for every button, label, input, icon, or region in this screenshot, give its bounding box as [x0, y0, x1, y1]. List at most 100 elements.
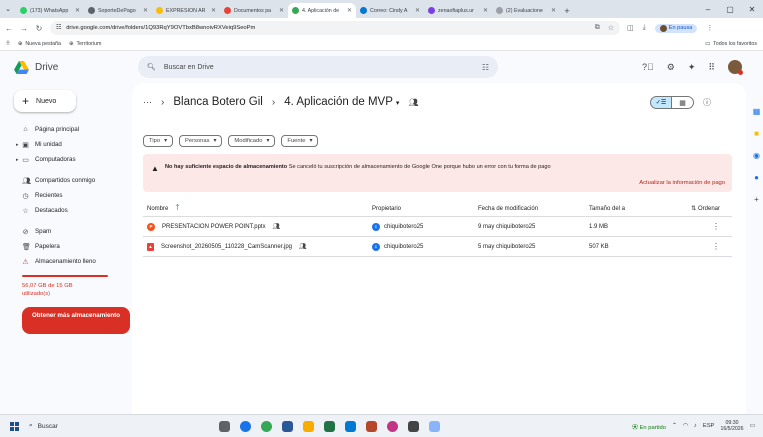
download-icon[interactable]: ⤓	[643, 24, 646, 32]
table-row[interactable]: ▲ Screenshot_20260505_110228_CamScanner.j…	[143, 237, 732, 257]
bookmark-territorium[interactable]: ⊕ Territorium	[69, 41, 101, 47]
reload-icon[interactable]: ↻	[35, 24, 43, 33]
add-addon-icon[interactable]: +	[754, 195, 759, 204]
browser-tab[interactable]: 4. Aplicación de ✕	[288, 3, 356, 18]
sidebar-item-warning[interactable]: ⚠ Almacenamiento lleno	[0, 254, 132, 269]
sidebar-item-my-drive[interactable]: ▸ ▣ Mi unidad	[0, 137, 132, 152]
settings-app-icon[interactable]	[408, 420, 419, 432]
update-payment-link[interactable]: Actualizar la información de pago	[639, 180, 725, 186]
more-actions-icon[interactable]: ⋮	[712, 222, 720, 231]
sort-options-button[interactable]: ⇅ Ordenar	[677, 205, 732, 212]
close-window-icon[interactable]: ✕	[741, 0, 763, 18]
extensions-icon[interactable]: ◫	[627, 24, 634, 32]
tab-close-icon[interactable]: ✕	[415, 7, 420, 14]
browser-tab[interactable]: (2) Evaluacione ✕	[492, 3, 560, 18]
expand-caret-icon[interactable]: ▸	[16, 142, 19, 148]
calendar-icon[interactable]: ▦	[753, 107, 761, 116]
task-view-icon[interactable]	[219, 420, 230, 432]
list-view-button[interactable]: ✓☰	[650, 96, 672, 109]
drive-logo[interactable]: Drive	[14, 60, 124, 74]
browser-tab[interactable]: Documentos pa ✕	[220, 3, 288, 18]
windows-start-icon[interactable]	[10, 421, 19, 431]
name-column-header[interactable]: Nombre 🡑	[143, 202, 372, 216]
sidebar-item-computers[interactable]: ▸ ▭ Computadoras	[0, 152, 132, 167]
browser-tab[interactable]: SoporteDePago ✕	[84, 3, 152, 18]
back-icon[interactable]: ←	[5, 24, 13, 33]
grid-view-button[interactable]: ▦	[672, 96, 694, 109]
app-icon[interactable]	[429, 420, 440, 432]
more-folders-icon[interactable]: ···	[143, 97, 152, 107]
help-icon[interactable]: ?⃝	[642, 62, 654, 72]
sidebar-item-trash[interactable]: 🗑︎ Papelera	[0, 239, 132, 254]
taskbar-search[interactable]: ⌕ Buscar	[29, 422, 159, 430]
google-apps-icon[interactable]: ⠿	[708, 62, 715, 73]
settings-icon[interactable]: ⚙	[667, 62, 675, 73]
breadcrumb-parent[interactable]: Blanca Botero Gil	[173, 96, 263, 108]
apps-icon[interactable]: ⠿	[6, 41, 10, 47]
forward-icon[interactable]: →	[20, 24, 28, 33]
tab-search-icon[interactable]: ⌄	[0, 0, 16, 18]
file-name-cell[interactable]: ▲ Screenshot_20260505_110228_CamScanner.j…	[143, 242, 372, 251]
site-info-icon[interactable]: ☷	[56, 25, 61, 31]
new-tab-button[interactable]: +	[560, 3, 574, 18]
wifi-icon[interactable]: ◠	[683, 423, 688, 429]
browser-tab[interactable]: Correo: Cindy A ✕	[356, 3, 424, 18]
expand-caret-icon[interactable]: ▸	[16, 157, 19, 163]
filter-chip[interactable]: Tipo ▾	[143, 135, 173, 147]
url-field[interactable]: ☷ drive.google.com/drive/folders/1Q93RqY…	[50, 21, 620, 35]
minimize-icon[interactable]: –	[697, 0, 719, 18]
edge-icon[interactable]	[240, 420, 251, 432]
sidebar-item-shared[interactable]: 👥︎ Compartidos conmigo	[0, 173, 132, 188]
lang-indicator[interactable]: ESP	[703, 423, 715, 429]
get-more-storage-button[interactable]: Obtener más almacenamiento	[22, 307, 130, 334]
tab-close-icon[interactable]: ✕	[551, 7, 556, 14]
store-icon[interactable]	[345, 420, 356, 432]
filter-chip[interactable]: Modificado ▾	[228, 135, 276, 147]
keep-icon[interactable]: ■	[754, 129, 759, 138]
browser-tab[interactable]: zenaofiaplus.ur ✕	[424, 3, 492, 18]
tab-close-icon[interactable]: ✕	[75, 7, 80, 14]
gemini-icon[interactable]: ✦	[688, 62, 696, 73]
bookmark-star-icon[interactable]: ☆	[608, 24, 614, 32]
all-bookmarks[interactable]: ▭ Todos los favoritos	[705, 41, 757, 47]
file-explorer-icon[interactable]	[303, 420, 314, 432]
volume-icon[interactable]: ♪	[694, 423, 697, 429]
chrome-icon[interactable]	[261, 420, 272, 432]
menu-icon[interactable]: ⋮	[706, 24, 713, 32]
translate-icon[interactable]: ⧉	[595, 24, 600, 32]
info-icon[interactable]: ⓘ	[703, 97, 711, 108]
sort-arrow-up-icon[interactable]: 🡑	[175, 202, 179, 216]
bookmark-new-tab[interactable]: ⊕ Nueva pestaña	[18, 41, 61, 47]
file-name-cell[interactable]: P PRESENTACION POWER POINT.pptx 👥︎	[143, 222, 372, 231]
table-row[interactable]: P PRESENTACION POWER POINT.pptx 👥︎ c chiquib…	[143, 217, 732, 237]
clock[interactable]: 09:30 16/5/2026	[720, 420, 743, 433]
breadcrumb-current[interactable]: 4. Aplicación de MVP ▾	[284, 96, 399, 108]
tab-close-icon[interactable]: ✕	[279, 7, 284, 14]
tab-close-icon[interactable]: ✕	[211, 7, 216, 14]
sidebar-item-home[interactable]: ⌂ Página principal	[0, 122, 132, 137]
tab-close-icon[interactable]: ✕	[143, 7, 148, 14]
search-options-icon[interactable]: ☷	[482, 63, 489, 72]
contacts-icon[interactable]: ●	[754, 173, 759, 182]
new-button[interactable]: + Nuevo	[14, 90, 76, 112]
filter-chip[interactable]: Personas ▾	[178, 135, 223, 147]
word-icon[interactable]	[282, 420, 293, 432]
tasks-icon[interactable]: ◉	[753, 151, 760, 160]
search-input[interactable]: 🔍︎ Buscar en Drive ☷	[138, 56, 498, 78]
weather-widget[interactable]: ⚽︎ En partido	[632, 422, 666, 431]
app-icon[interactable]	[387, 420, 398, 432]
sidebar-item-spam[interactable]: ⊘ Spam	[0, 224, 132, 239]
tab-close-icon[interactable]: ✕	[483, 7, 488, 14]
maximize-icon[interactable]: ▢	[719, 0, 741, 18]
profile-pause-button[interactable]: En pausa	[654, 23, 698, 33]
filter-chip[interactable]: Fuente ▾	[281, 135, 319, 147]
account-avatar[interactable]	[728, 60, 743, 75]
excel-icon[interactable]	[324, 420, 335, 432]
sidebar-item-recent[interactable]: ◷ Recientes	[0, 188, 132, 203]
search-icon[interactable]: 🔍︎	[147, 63, 156, 71]
sidebar-item-star[interactable]: ☆ Destacados	[0, 203, 132, 218]
powerpoint-icon[interactable]	[366, 420, 377, 432]
browser-tab[interactable]: (173) WhatsApp ✕	[16, 3, 84, 18]
tab-close-icon[interactable]: ✕	[347, 7, 352, 14]
browser-tab[interactable]: EXPRESIÓN AR ✕	[152, 3, 220, 18]
